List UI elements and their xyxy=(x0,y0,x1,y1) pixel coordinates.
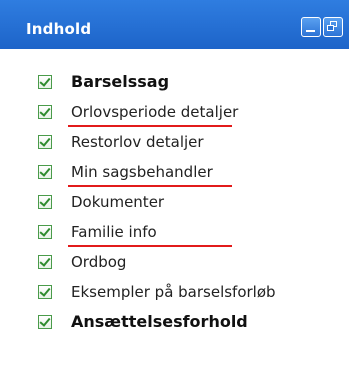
checkmark-icon xyxy=(39,255,51,267)
list-item-label: Orlovsperiode detaljer xyxy=(71,103,239,121)
list-item-eksempler[interactable]: Eksempler på barselsforløb xyxy=(38,280,338,304)
list-item-dokumenter[interactable]: Dokumenter xyxy=(38,190,338,214)
list-item-label: Dokumenter xyxy=(71,193,165,211)
list-item-label: Ordbog xyxy=(71,253,127,271)
restore-icon-back xyxy=(327,25,334,31)
checkbox[interactable] xyxy=(38,105,52,119)
checkmark-icon xyxy=(39,195,51,207)
list-item-label: Ansættelsesforhold xyxy=(71,312,248,331)
list-item-label: Restorlov detaljer xyxy=(71,133,204,151)
list-item-ordbog[interactable]: Ordbog xyxy=(38,250,338,274)
checkbox[interactable] xyxy=(38,135,52,149)
list-item-familie-info[interactable]: Familie info xyxy=(38,220,338,244)
minimize-icon xyxy=(306,30,315,32)
checkmark-icon xyxy=(39,315,51,327)
list-item-min-sagsbehandler[interactable]: Min sagsbehandler xyxy=(38,160,338,184)
checkmark-icon xyxy=(39,285,51,297)
checkmark-icon xyxy=(39,225,51,237)
checkbox[interactable] xyxy=(38,255,52,269)
checkbox[interactable] xyxy=(38,315,52,329)
list-item-barselssag[interactable]: Barselssag xyxy=(38,70,338,94)
minimize-button[interactable] xyxy=(301,17,321,37)
list-item-label: Barselssag xyxy=(71,72,170,91)
checkbox[interactable] xyxy=(38,285,52,299)
red-underline-annotation xyxy=(68,185,232,187)
list-item-orlovsperiode[interactable]: Orlovsperiode detaljer xyxy=(38,100,338,124)
list-item-restorlov[interactable]: Restorlov detaljer xyxy=(38,130,338,154)
list-item-label: Eksempler på barselsforløb xyxy=(71,283,276,301)
checkmark-icon xyxy=(39,105,51,117)
red-underline-annotation xyxy=(68,245,232,247)
list-item-label: Min sagsbehandler xyxy=(71,163,213,181)
list-item-ansaettelsesforhold[interactable]: Ansættelsesforhold xyxy=(38,310,338,334)
panel-title: Indhold xyxy=(26,20,92,38)
restore-button[interactable] xyxy=(323,17,343,37)
checkmark-icon xyxy=(39,135,51,147)
checkmark-icon xyxy=(39,165,51,177)
checkbox[interactable] xyxy=(38,75,52,89)
red-underline-annotation xyxy=(68,125,232,127)
checkmark-icon xyxy=(39,75,51,87)
checkbox[interactable] xyxy=(38,195,52,209)
contents-panel: Indhold Barselssag Orlovsperiode detalje… xyxy=(0,0,349,378)
checkbox[interactable] xyxy=(38,225,52,239)
list-item-label: Familie info xyxy=(71,223,157,241)
checkbox[interactable] xyxy=(38,165,52,179)
panel-header: Indhold xyxy=(0,0,349,49)
